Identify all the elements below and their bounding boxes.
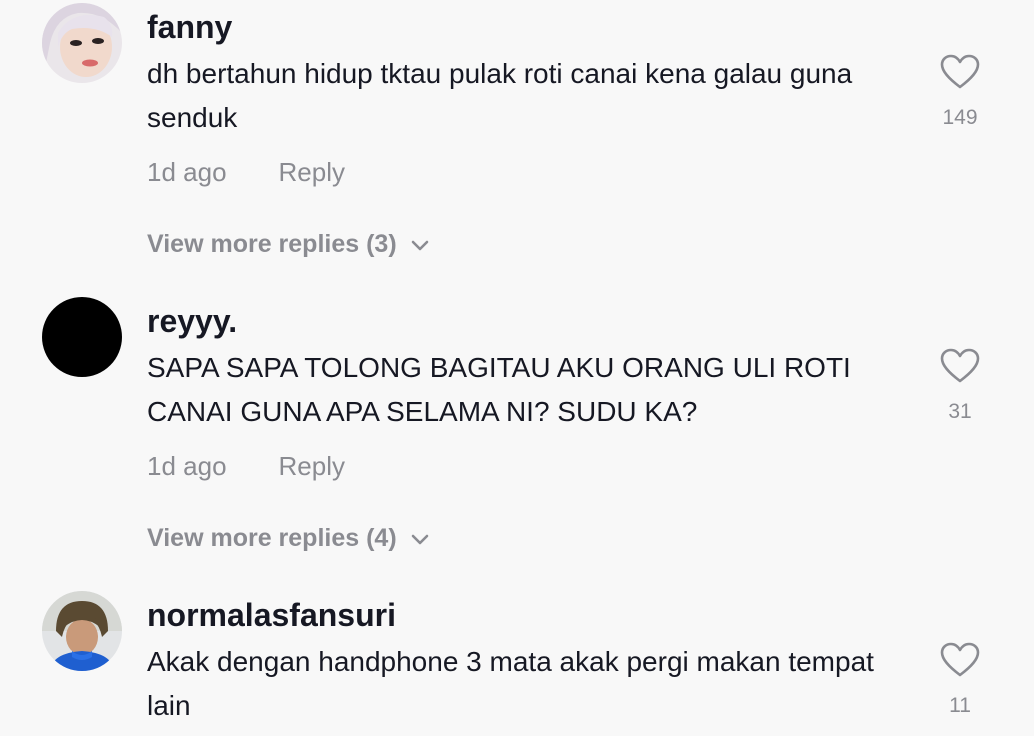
avatar[interactable] (42, 297, 122, 377)
avatar[interactable] (42, 591, 122, 671)
reply-button[interactable]: Reply (279, 157, 345, 187)
view-more-replies-label: View more replies (4) (147, 524, 397, 552)
comment-meta: 1d ago Reply (147, 156, 345, 188)
comment-timestamp: 1d ago (147, 157, 227, 187)
comment-text: dh bertahun hidup tktau pulak roti canai… (147, 58, 853, 133)
like-button[interactable]: 149 (936, 54, 984, 131)
view-more-replies-button[interactable]: View more replies (4) (147, 522, 429, 554)
chevron-down-icon (411, 522, 429, 554)
avatar[interactable] (42, 3, 122, 83)
comment-username[interactable]: reyyy. (147, 301, 237, 341)
reply-button[interactable]: Reply (279, 451, 345, 481)
comment-text: SAPA SAPA TOLONG BAGITAU AKU ORANG ULI R… (147, 352, 851, 427)
like-button[interactable]: 31 (936, 348, 984, 425)
like-count: 11 (949, 694, 971, 717)
comment-meta: 1d ago Reply (147, 450, 345, 482)
heart-outline-icon (936, 54, 984, 95)
comment-username[interactable]: fanny (147, 7, 232, 47)
comment-timestamp: 1d ago (147, 451, 227, 481)
like-count: 31 (948, 400, 972, 423)
view-more-replies-button[interactable]: View more replies (3) (147, 228, 429, 260)
comment-username[interactable]: normalasfansuri (147, 595, 396, 635)
like-button[interactable]: 11 (936, 642, 984, 719)
comment-text: Akak dengan handphone 3 mata akak pergi … (147, 646, 874, 721)
like-count: 149 (942, 106, 978, 129)
heart-outline-icon (936, 348, 984, 389)
heart-outline-icon (936, 642, 984, 683)
chevron-down-icon (411, 228, 429, 260)
view-more-replies-label: View more replies (3) (147, 230, 397, 258)
